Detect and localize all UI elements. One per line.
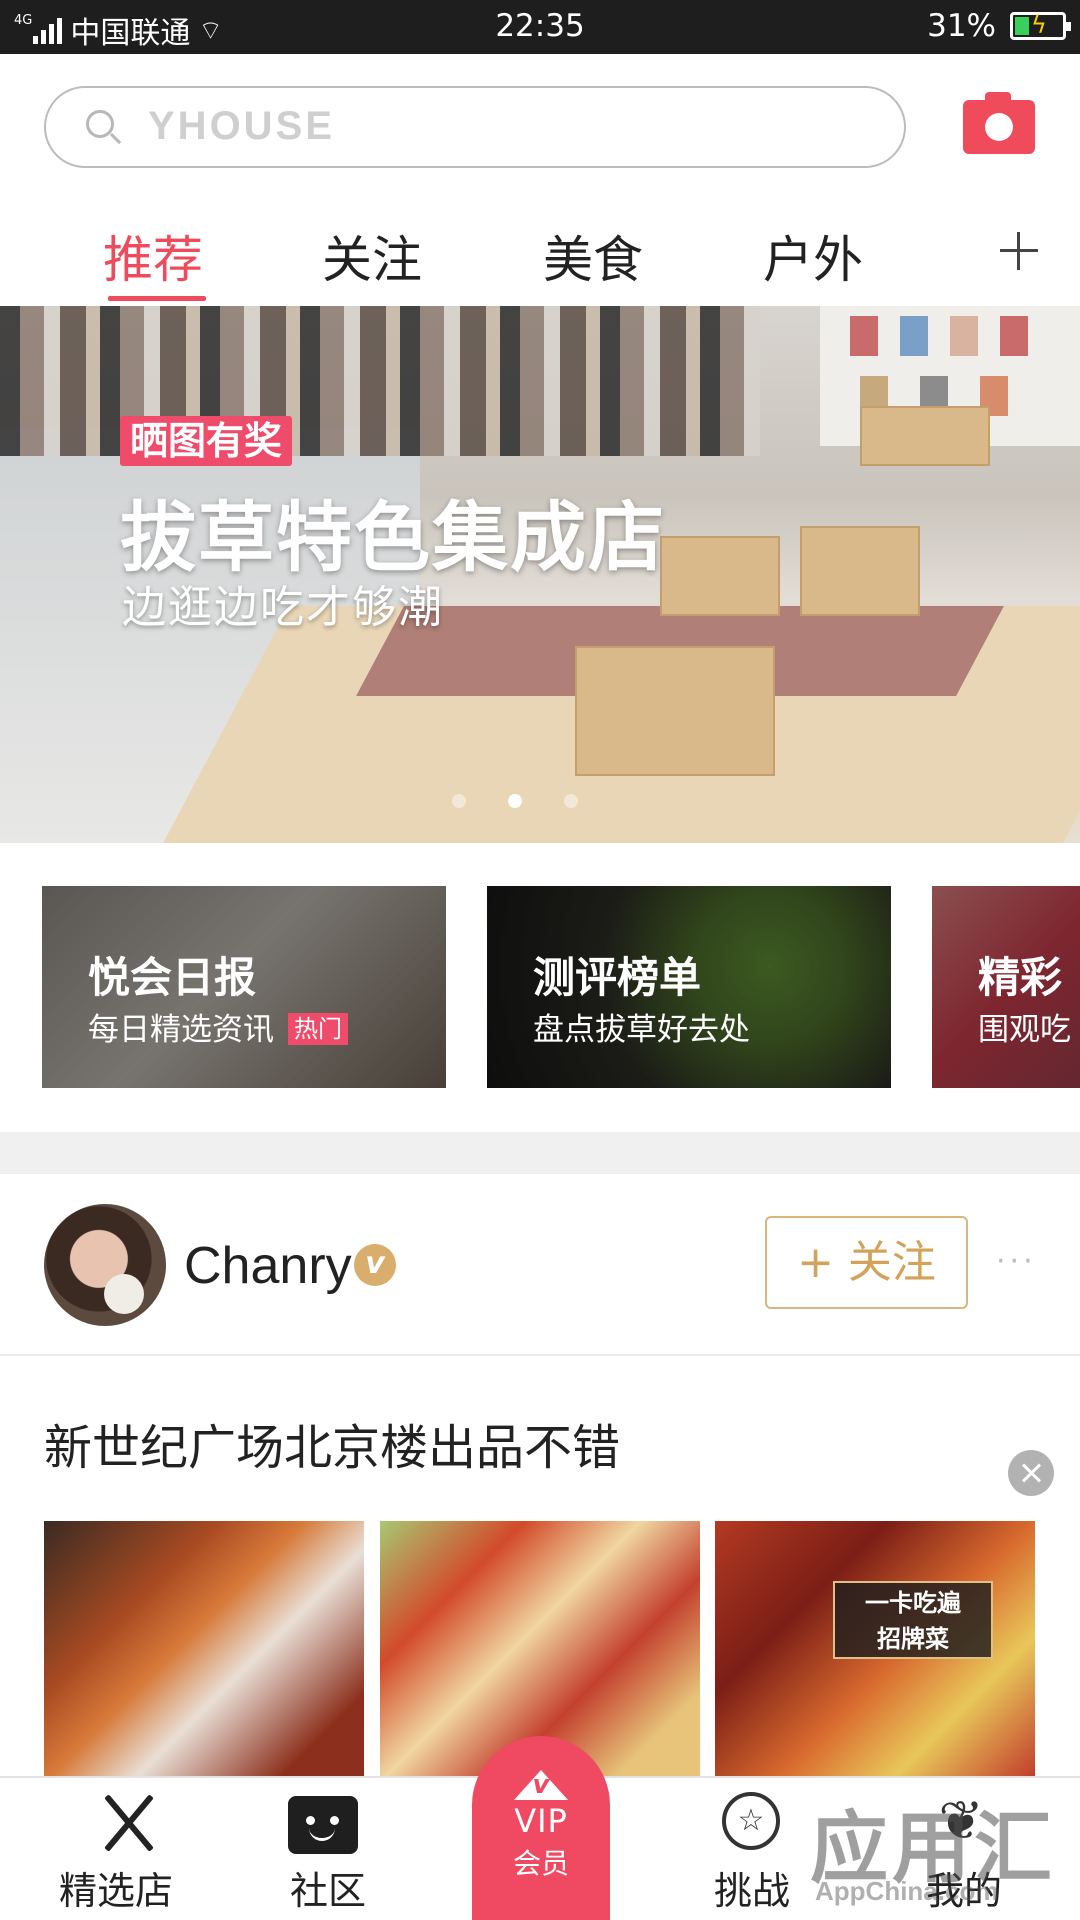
feature-cards: 悦会日报 每日精选资讯 热门 测评榜单 盘点拔草好去处 精彩 围观吃 bbox=[0, 886, 1080, 1088]
banner-photo-clothes bbox=[0, 306, 760, 456]
card-highlights[interactable]: 精彩 围观吃 bbox=[932, 886, 1080, 1088]
clock: 22:35 bbox=[495, 8, 585, 44]
card-daily-news[interactable]: 悦会日报 每日精选资讯 热门 bbox=[42, 886, 446, 1088]
banner-carousel[interactable]: 晒图有奖 拔草特色集成店 边逛边吃才够潮 bbox=[0, 306, 1080, 843]
more-options-icon[interactable]: ··· bbox=[996, 1244, 1037, 1279]
tab-outdoor[interactable]: 户外 bbox=[763, 220, 863, 292]
user-name[interactable]: Chanry bbox=[184, 1236, 352, 1296]
search-bar[interactable]: YHOUSE bbox=[44, 86, 906, 168]
camera-button[interactable] bbox=[963, 92, 1035, 154]
avatar[interactable] bbox=[44, 1204, 166, 1326]
carousel-dot[interactable] bbox=[564, 794, 578, 808]
tv-icon bbox=[288, 1796, 358, 1854]
battery-percent: 31% bbox=[927, 8, 996, 44]
category-tabs: 推荐 关注 美食 户外 bbox=[0, 210, 1080, 306]
banner-title: 拔草特色集成店 bbox=[120, 493, 666, 582]
section-separator bbox=[0, 1132, 1080, 1174]
search-placeholder: YHOUSE bbox=[148, 104, 335, 148]
divider bbox=[0, 1354, 1080, 1356]
banner-photo-box bbox=[800, 526, 920, 616]
verified-badge-icon: v bbox=[354, 1244, 396, 1286]
tab-food[interactable]: 美食 bbox=[543, 220, 643, 292]
vip-button[interactable]: VIP 会员 bbox=[472, 1736, 610, 1920]
banner-photo-box bbox=[860, 406, 990, 466]
plus-icon[interactable] bbox=[1000, 232, 1038, 270]
banner-subtitle: 边逛边吃才够潮 bbox=[122, 582, 444, 633]
nav-community[interactable]: 社区 bbox=[228, 1778, 428, 1920]
camera-icon bbox=[985, 113, 1013, 141]
battery-icon: ϟ bbox=[1010, 11, 1071, 40]
nav-profile[interactable]: ❦ 我的 bbox=[864, 1778, 1064, 1920]
carousel-dot[interactable] bbox=[452, 794, 466, 808]
close-icon[interactable] bbox=[1008, 1450, 1054, 1496]
nav-label: 社区 bbox=[289, 1869, 366, 1913]
carousel-dots bbox=[452, 794, 578, 808]
tab-following[interactable]: 关注 bbox=[322, 220, 422, 292]
card-rankings[interactable]: 测评榜单 盘点拔草好去处 bbox=[487, 886, 891, 1088]
banner-tag: 晒图有奖 bbox=[120, 416, 293, 466]
card-subtitle: 盘点拔草好去处 bbox=[533, 1012, 750, 1048]
star-icon: ☆ bbox=[722, 1792, 780, 1850]
search-icon bbox=[86, 110, 114, 138]
hot-badge: 热门 bbox=[288, 1013, 348, 1045]
fork-knife-icon bbox=[94, 1788, 164, 1858]
banner-photo-box bbox=[575, 646, 775, 776]
post-image[interactable] bbox=[44, 1521, 364, 1781]
vip-sub-label: 会员 bbox=[512, 1847, 569, 1880]
nav-featured-stores[interactable]: 精选店 bbox=[16, 1778, 216, 1920]
status-bar: 4G 中国联通 ⌔ 22:35 31% ϟ bbox=[0, 0, 1080, 54]
post-title[interactable]: 新世纪广场北京楼出品不错 bbox=[44, 1408, 620, 1478]
image-tag: 一卡吃遍 招牌菜 bbox=[833, 1581, 993, 1659]
card-subtitle: 围观吃 bbox=[978, 1012, 1071, 1048]
nav-label: 我的 bbox=[925, 1869, 1002, 1913]
card-title: 精彩 bbox=[978, 953, 1063, 1002]
nav-label: 精选店 bbox=[58, 1869, 173, 1913]
crown-icon bbox=[514, 1762, 568, 1802]
follow-button[interactable]: + 关注 bbox=[765, 1216, 968, 1309]
active-tab-indicator bbox=[108, 296, 206, 301]
card-title: 悦会日报 bbox=[88, 953, 257, 1002]
post-image[interactable]: 一卡吃遍 招牌菜 bbox=[715, 1521, 1035, 1781]
banner-photo-box bbox=[660, 536, 780, 616]
antler-icon: ❦ bbox=[938, 1789, 984, 1852]
vip-label: VIP bbox=[514, 1802, 568, 1840]
status-right: 31% ϟ bbox=[927, 8, 1071, 44]
card-subtitle: 每日精选资讯 热门 bbox=[88, 1004, 348, 1049]
carousel-dot-active[interactable] bbox=[508, 794, 522, 808]
card-title: 测评榜单 bbox=[533, 953, 702, 1002]
nav-label: 挑战 bbox=[713, 1869, 790, 1913]
tab-recommend[interactable]: 推荐 bbox=[103, 220, 203, 292]
nav-challenge[interactable]: ☆ 挑战 bbox=[652, 1778, 852, 1920]
